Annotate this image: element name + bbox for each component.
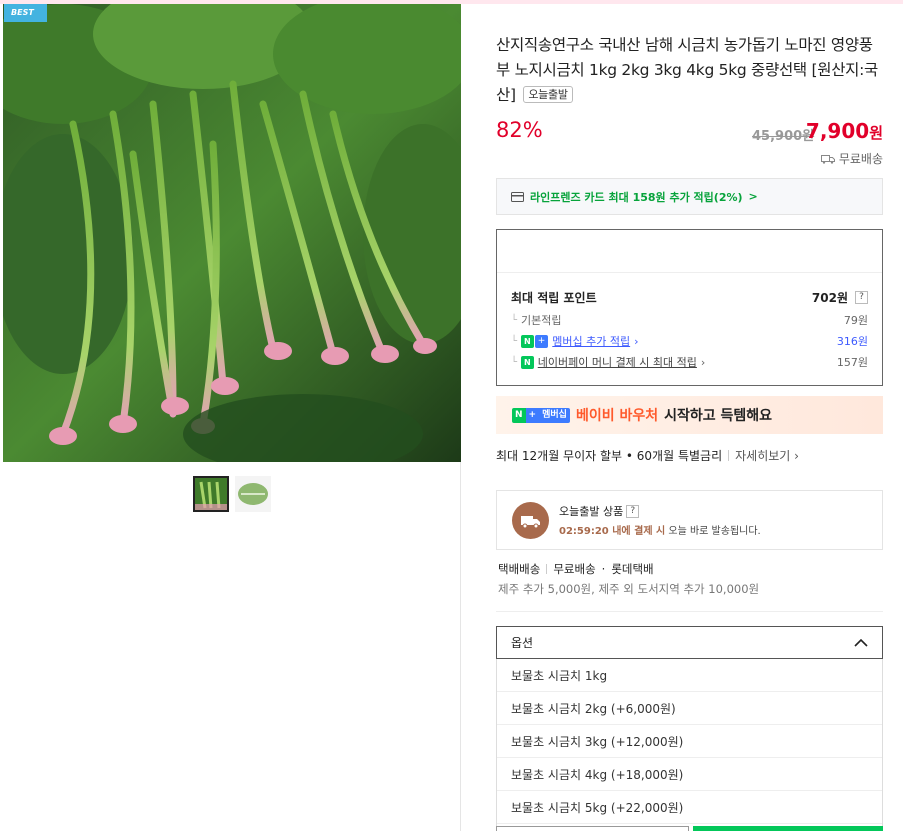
- best-badge: BEST: [4, 4, 47, 22]
- main-product-image[interactable]: [3, 4, 461, 462]
- points-help-icon[interactable]: ?: [855, 291, 868, 304]
- naver-pay-icon: N: [521, 355, 534, 369]
- product-title: 산지직송연구소 국내산 남해 시금치 농가돕기 노마진 영양풍부 노지시금치 1…: [496, 33, 886, 108]
- points-panel: 최대 적립 포인트 702원 ? └ 기본적립 79원 └ N + 멤버십 추가 적…: [496, 229, 883, 386]
- thumbnail-strip: [193, 476, 271, 512]
- option-item[interactable]: 보물초 시금치 4kg (+18,000원): [497, 758, 882, 791]
- plus-icon: +: [525, 407, 540, 423]
- installment-text: 최대 12개월 무이자 할부 • 60개월 특별금리: [496, 449, 723, 463]
- points-membership-value: 316원: [836, 335, 868, 348]
- card-promo-text: 라인프렌즈 카드 최대 158원 추가 적립(2%): [530, 190, 743, 204]
- tree-branch-icon: └: [511, 314, 518, 326]
- points-row-npay: └ N 네이버페이 머니 결제 시 최대 적립 › 157원: [511, 354, 868, 370]
- discount-rate: 82%: [496, 118, 543, 142]
- chevron-right-icon: ›: [700, 355, 706, 369]
- points-title: 최대 적립 포인트: [511, 291, 597, 305]
- points-basic-label: 기본적립: [521, 314, 562, 327]
- option-select[interactable]: 옵션: [496, 626, 883, 659]
- purchase-buttons-edge: [496, 826, 883, 831]
- shipping-fee: 무료배송: [553, 562, 596, 576]
- points-npay-value: 157원: [836, 356, 868, 369]
- divider: [546, 564, 548, 574]
- points-total: 702원 ?: [812, 289, 868, 306]
- points-divider: [497, 272, 882, 273]
- today-ship-help-icon[interactable]: ?: [626, 504, 640, 518]
- today-ship-title-text: 오늘출발 상품: [559, 505, 624, 518]
- points-total-row: 최대 적립 포인트 702원 ?: [511, 289, 868, 306]
- npay-points-link[interactable]: 네이버페이 머니 결제 시 최대 적립: [538, 354, 697, 370]
- membership-points-link[interactable]: 멤버십 추가 적립: [552, 333, 630, 349]
- baby-voucher-banner[interactable]: N + 멤버십 베이비 바우처 시작하고 득템해요: [496, 396, 883, 434]
- shipping-info: 택배배송 무료배송 · 롯데택배: [498, 561, 654, 577]
- plus-icon: +: [534, 334, 549, 348]
- section-divider: [496, 611, 883, 612]
- option-item[interactable]: 보물초 시금치 5kg (+22,000원): [497, 791, 882, 824]
- card-promo-banner[interactable]: 라인프렌즈 카드 최대 158원 추가 적립(2%) >: [496, 178, 883, 215]
- buy-button[interactable]: [693, 826, 883, 831]
- installment-info: 최대 12개월 무이자 할부 • 60개월 특별금리 자세히보기 ›: [496, 447, 799, 464]
- membership-badge-text: 멤버십: [539, 407, 570, 423]
- today-ship-box: 오늘출발 상품 ? 02:59:20 내에 결제 시 오늘 바로 발송됩니다.: [496, 490, 883, 550]
- sale-price-value: 7,900: [805, 119, 870, 143]
- points-row-basic: └ 기본적립 79원: [511, 312, 868, 328]
- thumbnail-1[interactable]: [193, 476, 229, 512]
- option-item[interactable]: 보물초 시금치 2kg (+6,000원): [497, 692, 882, 725]
- product-gallery: BEST: [2, 4, 461, 831]
- today-ship-desc: 02:59:20 내에 결제 시 오늘 바로 발송됩니다.: [559, 522, 761, 537]
- option-select-label: 옵션: [511, 636, 534, 650]
- installment-detail-link[interactable]: 자세히보기 ›: [735, 447, 799, 464]
- divider: [728, 450, 730, 461]
- voucher-highlight: 베이비 바우처: [575, 408, 659, 424]
- naver-n-icon: N: [512, 407, 526, 423]
- today-ship-chip: 오늘출발: [523, 86, 573, 103]
- dot-separator: ·: [601, 562, 606, 576]
- option-item[interactable]: 보물초 시금치 1kg: [497, 659, 882, 692]
- chevron-right-icon: >: [748, 190, 758, 203]
- today-ship-desc-end: 오늘 바로 발송됩니다.: [665, 526, 761, 537]
- free-shipping-label: 무료배송: [838, 152, 883, 166]
- shipping-extra-fee: 제주 추가 5,000원, 제주 외 도서지역 추가 10,000원: [498, 582, 760, 596]
- countdown-timer: 02:59:20: [559, 526, 609, 537]
- today-ship-deadline-text: 내에 결제 시: [608, 526, 666, 537]
- tree-branch-icon: └: [511, 335, 518, 347]
- tree-branch-icon: └: [511, 356, 518, 368]
- chevron-up-icon: [854, 638, 868, 647]
- sale-price: 7,900원: [806, 119, 883, 143]
- original-price: 45,900원: [752, 129, 815, 144]
- sale-price-unit: 원: [869, 124, 883, 142]
- option-item[interactable]: 보물초 시금치 3kg (+12,000원): [497, 725, 882, 758]
- shipping-method: 택배배송: [498, 562, 541, 576]
- points-basic-value: 79원: [843, 314, 868, 327]
- delivery-truck-icon: [512, 502, 549, 539]
- today-ship-title: 오늘출발 상품 ?: [559, 503, 640, 519]
- naver-n-icon: N: [521, 334, 534, 348]
- truck-icon: [820, 154, 835, 164]
- thumbnail-2[interactable]: [235, 476, 271, 512]
- points-row-membership: └ N + 멤버십 추가 적립 › 316원: [511, 333, 868, 349]
- chevron-right-icon: ›: [634, 334, 639, 348]
- shipping-courier: 롯데택배: [611, 562, 654, 576]
- cart-button[interactable]: [496, 826, 689, 831]
- option-dropdown-list: 보물초 시금치 1kg 보물초 시금치 2kg (+6,000원) 보물초 시금…: [496, 659, 883, 831]
- free-shipping: 무료배송: [820, 150, 883, 167]
- points-total-value: 702원: [811, 291, 848, 305]
- membership-badge: N + 멤버십: [512, 407, 570, 423]
- voucher-rest: 시작하고 득템해요: [664, 408, 773, 424]
- credit-card-icon: [511, 191, 524, 202]
